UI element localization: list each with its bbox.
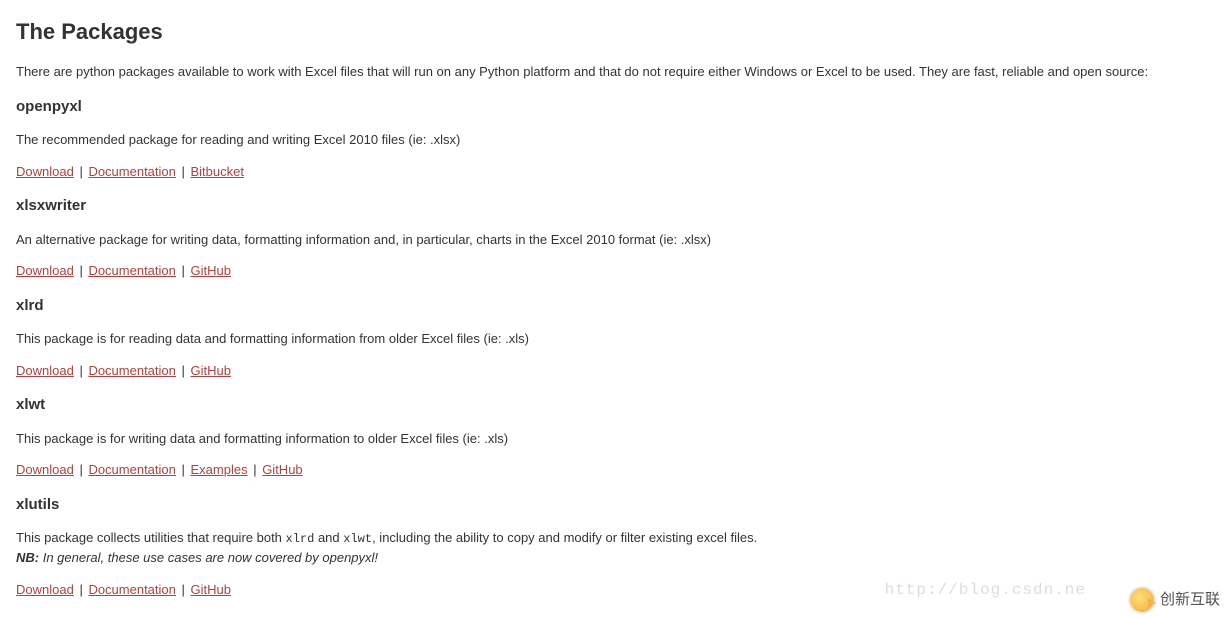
nb-text: In general, these use cases are now cove… — [39, 550, 378, 565]
download-link[interactable]: Download — [16, 363, 74, 378]
documentation-link[interactable]: Documentation — [88, 462, 175, 477]
page-title: The Packages — [16, 15, 1210, 48]
intro-paragraph: There are python packages available to w… — [16, 62, 1210, 82]
documentation-link[interactable]: Documentation — [88, 582, 175, 597]
documentation-link[interactable]: Documentation — [88, 363, 175, 378]
package-description: This package is for writing data and for… — [16, 429, 1210, 449]
package-description: The recommended package for reading and … — [16, 130, 1210, 150]
package-links: Download | Documentation | GitHub — [16, 261, 1210, 281]
examples-link[interactable]: Examples — [191, 462, 248, 477]
documentation-link[interactable]: Documentation — [88, 164, 175, 179]
separator: | — [250, 462, 261, 477]
desc-text: , including the ability to copy and modi… — [372, 530, 757, 545]
documentation-link[interactable]: Documentation — [88, 263, 175, 278]
download-link[interactable]: Download — [16, 582, 74, 597]
package-description: An alternative package for writing data,… — [16, 230, 1210, 250]
package-description: This package is for reading data and for… — [16, 329, 1210, 349]
desc-text: This package collects utilities that req… — [16, 530, 286, 545]
logo-text: 创新互联 — [1160, 589, 1220, 612]
separator: | — [178, 263, 189, 278]
nb-label: NB: — [16, 550, 39, 565]
separator: | — [178, 363, 189, 378]
separator: | — [76, 462, 87, 477]
bitbucket-link[interactable]: Bitbucket — [191, 164, 244, 179]
separator: | — [178, 582, 189, 597]
code-xlwt: xlwt — [343, 532, 372, 546]
separator: | — [76, 263, 87, 278]
desc-text: and — [314, 530, 343, 545]
logo-icon — [1128, 586, 1156, 614]
code-xlrd: xlrd — [286, 532, 315, 546]
download-link[interactable]: Download — [16, 263, 74, 278]
watermark-logo: 创新互联 — [1128, 586, 1220, 614]
github-link[interactable]: GitHub — [191, 263, 231, 278]
download-link[interactable]: Download — [16, 462, 74, 477]
watermark-url: http://blog.csdn.ne — [885, 578, 1086, 602]
package-title-openpyxl: openpyxl — [16, 96, 1210, 119]
package-description: This package collects utilities that req… — [16, 528, 1210, 568]
separator: | — [76, 582, 87, 597]
package-title-xlsxwriter: xlsxwriter — [16, 195, 1210, 218]
github-link[interactable]: GitHub — [191, 363, 231, 378]
package-title-xlutils: xlutils — [16, 494, 1210, 517]
github-link[interactable]: GitHub — [191, 582, 231, 597]
package-links: Download | Documentation | GitHub — [16, 361, 1210, 381]
package-links: Download | Documentation | Bitbucket — [16, 162, 1210, 182]
package-title-xlwt: xlwt — [16, 394, 1210, 417]
github-link[interactable]: GitHub — [262, 462, 302, 477]
separator: | — [76, 363, 87, 378]
separator: | — [178, 164, 189, 179]
package-title-xlrd: xlrd — [16, 295, 1210, 318]
separator: | — [76, 164, 87, 179]
package-links: Download | Documentation | Examples | Gi… — [16, 460, 1210, 480]
separator: | — [178, 462, 189, 477]
download-link[interactable]: Download — [16, 164, 74, 179]
